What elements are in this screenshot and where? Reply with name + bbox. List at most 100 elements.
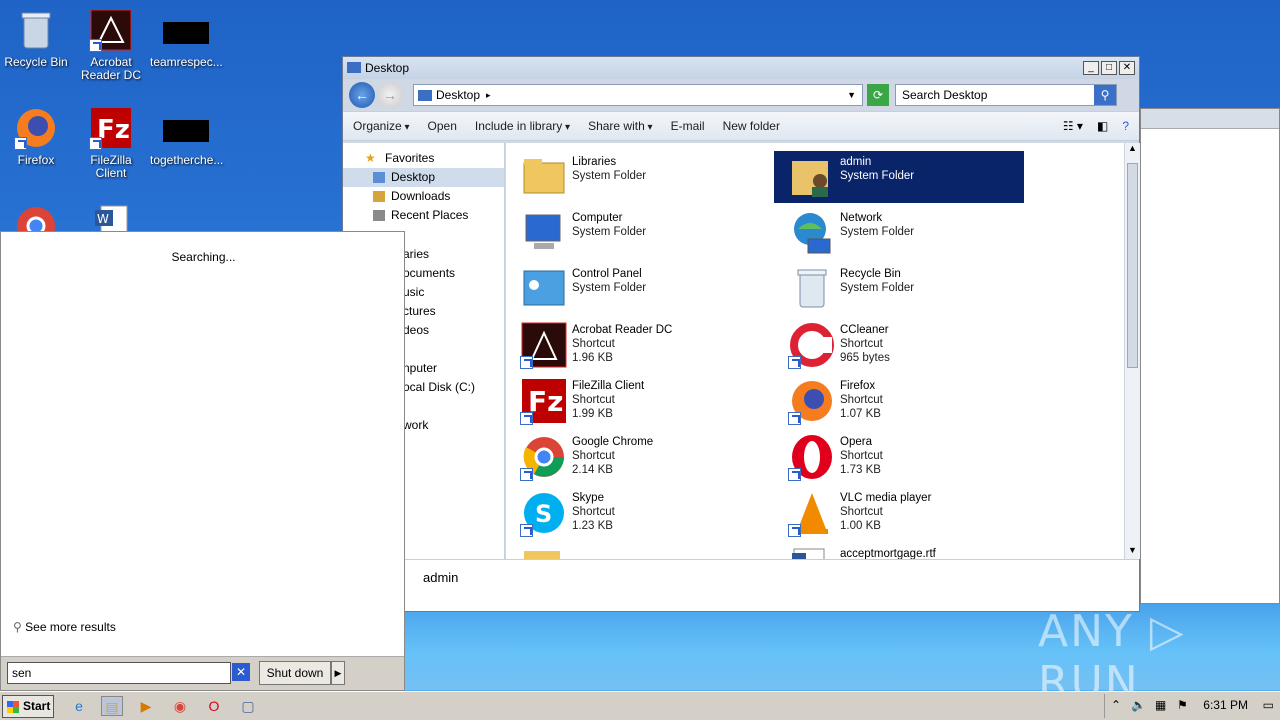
list-item-firefox[interactable]: Firefox Shortcut 1.07 KB	[774, 375, 1024, 427]
internet-explorer-icon[interactable]: e	[68, 696, 90, 716]
list-item-libraries[interactable]: Libraries System Folder	[506, 151, 756, 203]
refresh-button[interactable]: ⟳	[867, 84, 889, 106]
nav-favorites[interactable]: ★ Favorites	[343, 149, 504, 168]
nav-videos[interactable]: deos	[403, 321, 475, 340]
nav-local-disk[interactable]: ocal Disk (C:)	[403, 378, 475, 397]
shutdown-options-arrow-icon[interactable]: ▶	[331, 661, 345, 685]
desktop-icon-firefox[interactable]: Firefox	[0, 106, 72, 167]
list-item-vlc[interactable]: VLC media player Shortcut 1.00 KB	[774, 487, 1024, 539]
nav-documents[interactable]: ocuments	[403, 264, 475, 283]
taskbar: Start e ▤ ▶ ◉ O ▢ ⌃ 🔈 ▦ ⚑ 6:31 PM ▭	[0, 691, 1280, 720]
start-button[interactable]: Start	[2, 695, 54, 718]
back-button[interactable]: ←	[349, 82, 375, 108]
desktop-icon-recycle-bin[interactable]: Recycle Bin	[0, 8, 72, 69]
list-item-recycle-bin[interactable]: Recycle Bin System Folder	[774, 263, 1024, 315]
svg-text:Fz: Fz	[528, 385, 563, 418]
redacted-icon	[163, 120, 209, 142]
recent-places-icon	[373, 210, 385, 221]
volume-icon[interactable]: 🔈	[1131, 698, 1146, 712]
show-desktop-icon[interactable]: ▭	[1263, 698, 1274, 712]
shortcut-arrow-icon	[89, 137, 102, 150]
minimize-button[interactable]: _	[1083, 61, 1099, 75]
opera-taskbar-icon[interactable]: O	[203, 696, 225, 716]
address-bar[interactable]: Desktop ▸ ▼	[413, 84, 863, 106]
search-icon[interactable]: ⚲	[1094, 85, 1116, 105]
rtf-document-icon	[788, 545, 836, 559]
generic-app-icon[interactable]: ▢	[237, 696, 259, 716]
desktop-icon-acrobat[interactable]: Acrobat Reader DC	[75, 8, 147, 82]
search-placeholder: Search Desktop	[902, 88, 988, 102]
nav-downloads[interactable]: Downloads	[343, 187, 504, 206]
maximize-button[interactable]: □	[1101, 61, 1117, 75]
address-text: Desktop	[436, 88, 481, 102]
nav-computer[interactable]: nputer	[403, 359, 475, 378]
shut-down-button[interactable]: Shut down	[259, 661, 331, 685]
desktop-icon	[373, 172, 385, 183]
nav-desktop[interactable]: Desktop	[343, 168, 504, 187]
desktop-icon-teamrespec[interactable]: teamrespec...	[150, 8, 223, 69]
list-item-ccleaner[interactable]: CCleaner Shortcut 965 bytes	[774, 319, 1024, 371]
nav-libraries[interactable]: aries	[403, 245, 475, 264]
filezilla-icon: Fz	[89, 106, 133, 150]
action-center-flag-icon[interactable]: ⚑	[1177, 698, 1188, 712]
chrome-taskbar-icon[interactable]: ◉	[169, 696, 191, 716]
media-player-icon[interactable]: ▶	[135, 696, 157, 716]
nav-music[interactable]: usic	[403, 283, 475, 302]
folder-icon	[520, 545, 568, 559]
background-window[interactable]	[1140, 108, 1280, 604]
clear-search-icon[interactable]: ✕	[232, 663, 250, 681]
svg-text:W: W	[97, 212, 109, 226]
open-button[interactable]: Open	[428, 119, 457, 133]
show-hidden-icons-icon[interactable]: ⌃	[1111, 698, 1121, 712]
desktop-icon-togetherche[interactable]: togetherche...	[150, 106, 223, 167]
list-item-acrobat[interactable]: Acrobat Reader DC Shortcut 1.96 KB	[506, 319, 756, 371]
list-item-admin[interactable]: admin System Folder	[774, 151, 1024, 203]
clock[interactable]: 6:31 PM	[1203, 698, 1248, 712]
search-box[interactable]: Search Desktop ⚲	[895, 84, 1117, 106]
desktop-icon-filezilla[interactable]: Fz FileZilla Client	[75, 106, 147, 180]
email-button[interactable]: E-mail	[671, 119, 705, 133]
list-item-folder-partial[interactable]	[506, 543, 756, 559]
start-menu: Searching... ⚲ See more results sen ✕ Sh…	[0, 231, 405, 691]
chevron-right-icon[interactable]: ▸	[486, 90, 491, 101]
list-item-computer[interactable]: Computer System Folder	[506, 207, 756, 259]
see-more-results-link[interactable]: ⚲ See more results	[13, 620, 116, 634]
list-item-skype[interactable]: S Skype Shortcut 1.23 KB	[506, 487, 756, 539]
search-status: Searching...	[171, 250, 236, 264]
explorer-titlebar[interactable]: Desktop _ □ ✕	[343, 57, 1139, 79]
nav-network[interactable]: work	[403, 416, 475, 435]
nav-pictures[interactable]: ctures	[403, 302, 475, 321]
scroll-up-icon[interactable]: ▲	[1125, 143, 1140, 157]
list-item-control-panel[interactable]: Control Panel System Folder	[506, 263, 756, 315]
nav-recent-places[interactable]: Recent Places	[343, 206, 504, 225]
forward-button[interactable]: →	[377, 82, 403, 108]
close-button[interactable]: ✕	[1119, 61, 1135, 75]
preview-pane-icon[interactable]: ◧	[1097, 119, 1108, 133]
vertical-scrollbar[interactable]: ▲ ▼	[1124, 143, 1140, 559]
list-item-filezilla[interactable]: Fz FileZilla Client Shortcut 1.99 KB	[506, 375, 756, 427]
scroll-down-icon[interactable]: ▼	[1125, 545, 1140, 559]
view-options-icon[interactable]: ☷ ▾	[1063, 119, 1083, 133]
network-tray-icon[interactable]: ▦	[1155, 698, 1166, 712]
organize-button[interactable]: Organize	[353, 119, 410, 133]
skype-icon: S	[520, 489, 568, 537]
start-search-input[interactable]: sen	[7, 662, 231, 684]
list-item-chrome[interactable]: Google Chrome Shortcut 2.14 KB	[506, 431, 756, 483]
explorer-taskbar-icon[interactable]: ▤	[101, 696, 123, 716]
help-icon[interactable]: ?	[1122, 119, 1129, 133]
new-folder-button[interactable]: New folder	[723, 119, 780, 133]
downloads-icon	[373, 191, 385, 202]
shortcut-arrow-icon	[14, 137, 27, 150]
list-item-acceptmortgage[interactable]: acceptmortgage.rtf	[774, 543, 1024, 559]
magnifier-icon: ⚲	[13, 620, 22, 634]
explorer-window[interactable]: Desktop _ □ ✕ ← → Desktop ▸ ▼ ⟳ Search D…	[342, 56, 1140, 612]
address-dropdown-icon[interactable]: ▼	[847, 90, 856, 100]
star-icon: ★	[365, 151, 376, 165]
include-in-library-button[interactable]: Include in library	[475, 119, 570, 133]
share-with-button[interactable]: Share with	[588, 119, 653, 133]
command-bar: Organize Open Include in library Share w…	[343, 111, 1139, 141]
scroll-thumb[interactable]	[1127, 163, 1138, 368]
filezilla-icon: Fz	[520, 377, 568, 425]
list-item-opera[interactable]: Opera Shortcut 1.73 KB	[774, 431, 1024, 483]
list-item-network[interactable]: Network System Folder	[774, 207, 1024, 259]
